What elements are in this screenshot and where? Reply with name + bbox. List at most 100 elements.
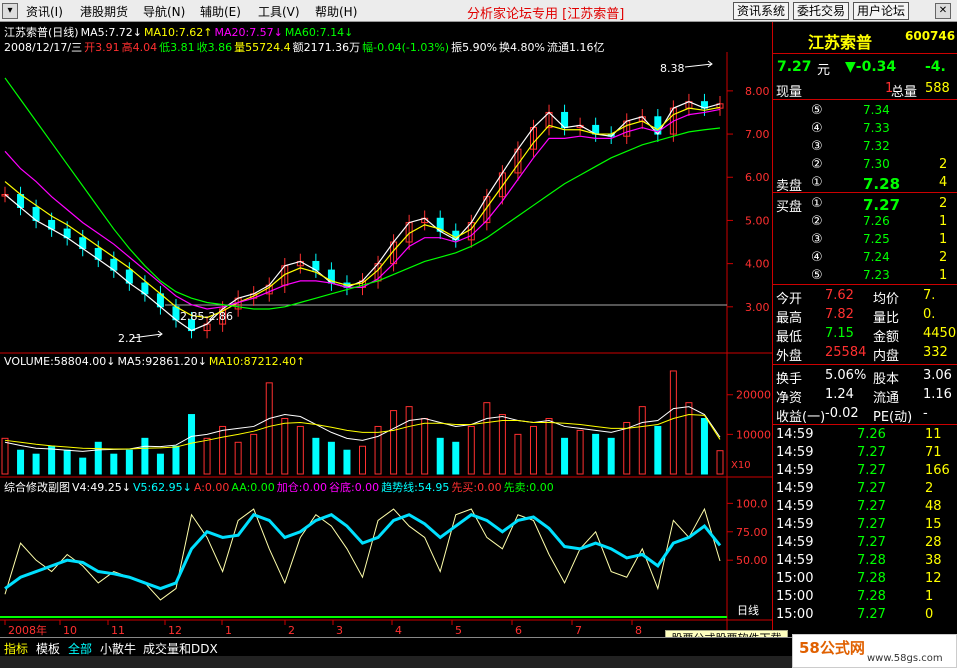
trade-button[interactable]: 委托交易 — [793, 2, 850, 20]
price-axis-label: 3.00 — [745, 301, 770, 314]
volume-bar — [79, 457, 87, 475]
stat-value: 0. — [923, 307, 936, 322]
tick-time: 14:59 — [776, 517, 814, 532]
menu-item-assist[interactable]: 辅助(E) — [200, 3, 241, 20]
date-axis-label: 8 — [635, 624, 642, 637]
tick-volume: 12 — [925, 571, 942, 586]
tick-volume: 15 — [925, 517, 942, 532]
tab-all[interactable]: 全部 — [68, 640, 92, 657]
date-axis-label: 7 — [575, 624, 582, 637]
volume-bar — [623, 421, 631, 475]
volume-bar — [343, 449, 351, 475]
date-axis-label: 2 — [288, 624, 295, 637]
date-axis-label: 11 — [111, 624, 125, 637]
indicator-axis-label: 50.00 — [736, 554, 768, 567]
panel-divider — [773, 53, 957, 54]
stat-label: 股本 — [873, 372, 900, 387]
tick-row: 15:00 7.28 12 — [773, 570, 957, 588]
date-axis-label: 1 — [225, 624, 232, 637]
volume-bar — [545, 418, 553, 475]
bid-row: ④ 7.24 2 — [773, 249, 957, 267]
total-volume: 588 — [925, 81, 950, 96]
volume-unit: X10 — [731, 460, 751, 471]
close-icon[interactable]: ✕ — [935, 3, 951, 19]
tick-volume: 38 — [925, 553, 942, 568]
tick-volume: 48 — [925, 499, 942, 514]
volume-row: 现量 1 总量 588 — [773, 80, 957, 100]
high-arrow — [684, 60, 713, 68]
stat-label: 量比 — [873, 311, 900, 326]
volume-bar — [359, 445, 366, 475]
stat-label: 均价 — [873, 292, 900, 307]
volume-bar — [654, 425, 662, 475]
volume-bar — [529, 425, 537, 475]
volume-bar — [156, 453, 164, 475]
stock-chart[interactable]: 8.00 7.00 6.00 5.00 4.00 3.00 20000 10000 100.0 7… — [0, 22, 772, 637]
indicator-axis-label: 75.00 — [736, 526, 768, 539]
tab-small-bull[interactable]: 小散牛 — [100, 640, 136, 657]
tab-indicator[interactable]: 指标 — [4, 640, 28, 657]
tab-volume-ddx[interactable]: 成交量和DDX — [143, 640, 218, 657]
volume-bar — [607, 437, 615, 475]
volume-bar — [685, 402, 693, 475]
app-icon[interactable]: ▾ — [2, 3, 18, 19]
volume-bar — [141, 437, 149, 475]
tick-row: 15:00 7.28 1 — [773, 588, 957, 606]
tick-price: 7.28 — [857, 589, 886, 604]
tick-price: 7.27 — [857, 463, 886, 478]
bid-volume: 2 — [939, 196, 948, 211]
tick-row: 14:59 7.27 71 — [773, 444, 957, 462]
stat-label: 流通 — [873, 391, 900, 406]
bid-row: 买盘 ① 7.27 2 — [773, 195, 957, 215]
volume-bar — [125, 449, 133, 475]
menu-item-help[interactable]: 帮助(H) — [315, 3, 357, 20]
bid-level: ⑤ — [811, 268, 823, 283]
quote-panel: 江苏索普 600746 7.27 元 ▼-0.34 -4. 现量 1 总量 588 ⑤ 7.34 ④ 7.… — [772, 22, 957, 636]
volume-bar — [498, 414, 506, 475]
bid-volume: 2 — [939, 250, 948, 265]
volume-bar — [576, 429, 584, 475]
stat-value: 7.62 — [825, 288, 854, 303]
bid-price: 7.25 — [863, 232, 890, 246]
tick-price: 7.26 — [857, 427, 886, 442]
date-axis-label: 3 — [336, 624, 343, 637]
bid-row: ⑤ 7.23 1 — [773, 267, 957, 285]
stat-label: 净资 — [776, 391, 803, 406]
stock-code: 600746 — [905, 29, 956, 43]
stat-value: 7. — [923, 288, 936, 303]
menu-item-info[interactable]: 资讯(I) — [26, 3, 63, 20]
ask-price: 7.33 — [863, 121, 890, 135]
tick-row: 15:00 7.27 0 — [773, 606, 957, 624]
volume-bar — [483, 402, 491, 475]
menu-item-tools[interactable]: 工具(V) — [258, 3, 300, 20]
stat-value: 5.06% — [825, 368, 867, 383]
logo-url: www.58gs.com — [867, 653, 943, 664]
bid-price: 7.26 — [863, 214, 890, 228]
menu-item-hk-futures[interactable]: 港股期货 — [80, 3, 128, 20]
volume-bar — [374, 425, 382, 475]
menu-item-navigate[interactable]: 导航(N) — [143, 3, 185, 20]
volume-bar — [669, 370, 677, 475]
tick-time: 14:59 — [776, 553, 814, 568]
volume-bar — [172, 445, 180, 475]
info-system-button[interactable]: 资讯系统 — [733, 2, 790, 20]
stat-label: 内盘 — [873, 349, 900, 364]
user-forum-button[interactable]: 用户论坛 — [853, 2, 910, 20]
stat-value: -0.02 — [825, 406, 859, 421]
stat-row: 净资 1.24 流通 1.16 — [773, 386, 957, 406]
indicator-line-v4 — [4, 507, 721, 601]
price-unit: 元 — [817, 63, 831, 78]
ask-volume: 2 — [939, 157, 948, 172]
ask-level: ⑤ — [811, 103, 823, 118]
volume-axis-label: 20000 — [736, 389, 771, 402]
tick-price: 7.27 — [857, 445, 886, 460]
price-axis-label: 4.00 — [745, 258, 770, 271]
stat-value: 7.15 — [825, 326, 854, 341]
volume-bar — [265, 382, 273, 475]
logo-text: 58公式网 — [799, 639, 865, 657]
tab-template[interactable]: 模板 — [36, 640, 60, 657]
volume-bar — [716, 450, 724, 475]
tick-price: 7.27 — [857, 535, 886, 550]
tick-volume: 1 — [925, 589, 934, 604]
tick-price: 7.27 — [857, 517, 886, 532]
